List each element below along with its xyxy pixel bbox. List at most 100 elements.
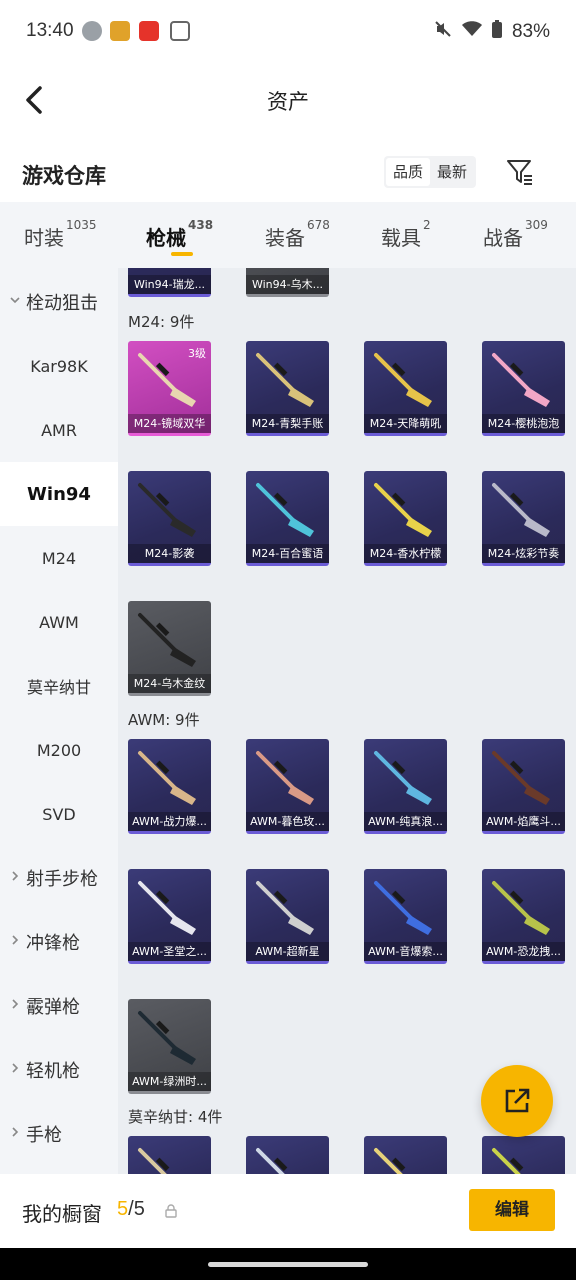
rifle-image (138, 751, 196, 805)
item-card[interactable] (128, 1136, 211, 1174)
group-label-awm: AWM: 9件 (128, 711, 200, 729)
edit-button[interactable]: 编辑 (469, 1189, 555, 1231)
sort-toggle: 品质 最新 (384, 156, 477, 188)
category-bolt-action[interactable]: 栓动狙击 (0, 270, 118, 334)
tab-supplies[interactable]: 战备309 (483, 218, 548, 251)
showcase-count: 5/5 (117, 1198, 145, 1220)
item-name: Win94-乌木... (246, 275, 329, 294)
category-awm[interactable]: AWM (0, 590, 118, 654)
category-shotgun[interactable]: 霰弹枪 (0, 974, 118, 1038)
item-card[interactable]: AWM-音爆索... (364, 869, 447, 964)
filter-icon (507, 160, 532, 185)
category-pistol[interactable]: 手枪 (0, 1102, 118, 1166)
tab-vehicles[interactable]: 载具2 (381, 218, 431, 251)
item-card[interactable]: M24-樱桃泡泡 (482, 341, 565, 436)
lock-icon (165, 1204, 177, 1218)
chevron-right-icon (12, 871, 19, 881)
item-card[interactable]: M24-天降萌吼 (364, 341, 447, 436)
group-label-mosin: 莫辛纳甘: 4件 (128, 1108, 223, 1126)
item-card[interactable]: M24-乌木金纹 (128, 601, 211, 696)
chevron-right-icon (12, 1063, 19, 1073)
phone-clean-icon (170, 21, 190, 41)
category-svd[interactable]: SVD (0, 782, 118, 846)
item-card[interactable]: M24-香水柠檬 (364, 471, 447, 566)
status-bar: 13:40 83% (0, 0, 576, 62)
item-name: AWM-暮色玫... (246, 812, 329, 831)
item-card[interactable] (482, 1136, 565, 1174)
rifle-image (374, 353, 432, 407)
system-nav-bar (0, 1248, 576, 1280)
home-indicator[interactable] (208, 1262, 368, 1267)
item-name: AWM-纯真浪... (364, 812, 447, 831)
item-name: M24-炫彩节奏 (482, 544, 565, 563)
tab-fashion[interactable]: 时装1035 (24, 218, 97, 251)
item-card[interactable]: M24-青梨手账 (246, 341, 329, 436)
tab-guns[interactable]: 枪械438 (146, 218, 213, 251)
item-card[interactable]: Win94-瑞龙... (128, 268, 211, 297)
tab-count: 1035 (66, 218, 97, 232)
category-mosin[interactable]: 莫辛纳甘 (0, 654, 118, 718)
category-tabs: 时装1035 枪械438 装备678 载具2 战备309 (0, 202, 576, 268)
item-card[interactable]: 3级 M24-镜域双华 (128, 341, 211, 436)
rifle-image (492, 353, 550, 407)
category-m200[interactable]: M200 (0, 718, 118, 782)
category-lmg[interactable]: 轻机枪 (0, 1038, 118, 1102)
item-name: AWM-恐龙拽... (482, 942, 565, 961)
tab-count: 678 (307, 218, 330, 232)
section-header: 游戏仓库 品质 最新 (0, 148, 576, 200)
rifle-image (138, 1148, 170, 1174)
top-header: 资产 (0, 62, 576, 138)
sort-quality-button[interactable]: 品质 (386, 158, 431, 186)
item-card[interactable]: AWM-暮色玫... (246, 739, 329, 834)
tab-count: 438 (188, 218, 214, 232)
item-tier-badge: 3级 (188, 347, 206, 360)
chevron-down-icon (10, 297, 20, 304)
chevron-right-icon (12, 1127, 19, 1137)
item-name: M24-影袭 (128, 544, 211, 563)
item-card[interactable]: Win94-乌木... (246, 268, 329, 297)
rifle-image (374, 881, 432, 935)
item-name: M24-百合蜜语 (246, 544, 329, 563)
showcase-bar: 我的橱窗 5/5 编辑 (0, 1174, 576, 1248)
item-card[interactable]: AWM-绿洲时... (128, 999, 211, 1094)
item-grid: Win94-瑞龙... Win94-乌木... M24: 9件 AWM: 9件 … (118, 268, 576, 1174)
item-card[interactable]: AWM-恐龙拽... (482, 869, 565, 964)
item-card[interactable] (246, 1136, 329, 1174)
item-card[interactable]: AWM-战力爆... (128, 739, 211, 834)
category-m24[interactable]: M24 (0, 526, 118, 590)
item-card[interactable]: AWM-焰鹰斗... (482, 739, 565, 834)
sort-latest-button[interactable]: 最新 (430, 158, 474, 186)
item-name: AWM-音爆索... (364, 942, 447, 961)
item-card[interactable]: M24-炫彩节奏 (482, 471, 565, 566)
item-card[interactable]: M24-影袭 (128, 471, 211, 566)
item-name: Win94-瑞龙... (128, 275, 211, 294)
tab-equipment[interactable]: 装备678 (265, 218, 330, 251)
item-card[interactable] (364, 1136, 447, 1174)
rifle-image (256, 881, 314, 935)
rifle-image (256, 483, 314, 537)
tab-count: 2 (423, 218, 431, 232)
category-win94[interactable]: Win94 (0, 462, 118, 526)
active-tab-indicator (171, 252, 193, 256)
showcase-label: 我的橱窗 (22, 1202, 102, 1226)
rifle-image (492, 751, 550, 805)
app-icon-burger (110, 21, 130, 41)
group-label-m24: M24: 9件 (128, 313, 195, 331)
item-card[interactable]: AWM-超新星 (246, 869, 329, 964)
category-amr[interactable]: AMR (0, 398, 118, 462)
item-name: M24-青梨手账 (246, 414, 329, 433)
page-title: 资产 (267, 90, 309, 114)
share-fab-button[interactable] (481, 1065, 553, 1137)
filter-button[interactable] (504, 156, 536, 188)
item-card[interactable]: AWM-圣堂之... (128, 869, 211, 964)
category-dmr[interactable]: 射手步枪 (0, 846, 118, 910)
item-name: AWM-圣堂之... (128, 942, 211, 961)
battery-percent: 83% (511, 21, 550, 42)
item-card[interactable]: AWM-纯真浪... (364, 739, 447, 834)
category-kar98k[interactable]: Kar98K (0, 334, 118, 398)
rifle-image (374, 751, 432, 805)
item-card[interactable]: M24-百合蜜语 (246, 471, 329, 566)
category-smg[interactable]: 冲锋枪 (0, 910, 118, 974)
item-name: M24-乌木金纹 (128, 674, 211, 693)
rifle-image (374, 483, 432, 537)
